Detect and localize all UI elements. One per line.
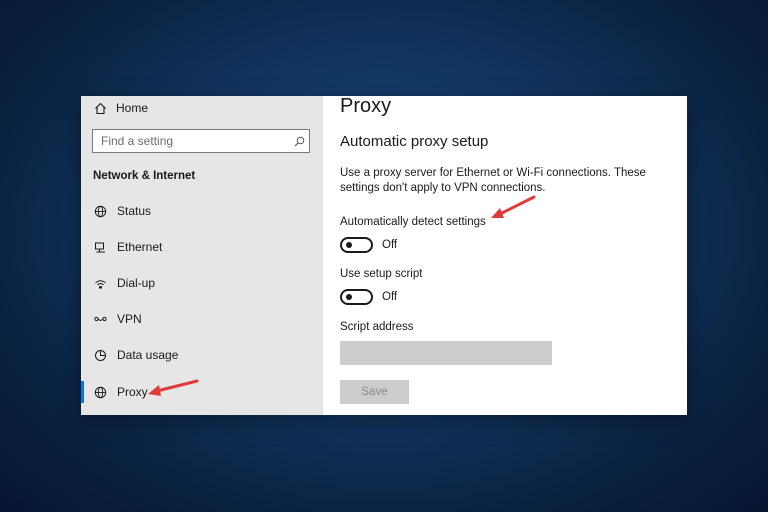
sidebar-item-label: Ethernet [117, 240, 163, 254]
vpn-icon [93, 312, 107, 326]
description-text: Use a proxy server for Ethernet or Wi-Fi… [340, 167, 646, 194]
search-box[interactable] [92, 129, 310, 153]
auto-detect-row: Off [340, 237, 397, 253]
sidebar-item-ethernet[interactable]: Ethernet [81, 233, 323, 261]
home-label: Home [116, 101, 149, 115]
sidebar-item-label: Status [117, 204, 152, 218]
data-usage-icon [93, 348, 107, 362]
main-content: Proxy Automatic proxy setup Use a proxy … [323, 95, 687, 415]
section-title: Network & Internet [93, 170, 196, 182]
setup-script-label: Use setup script [340, 268, 423, 280]
auto-detect-state: Off [382, 239, 398, 251]
search-icon[interactable] [289, 130, 309, 152]
page-title: Proxy [340, 95, 392, 117]
settings-window: Home Network & Internet Status Ethernet [81, 95, 687, 415]
sidebar-item-data-usage[interactable]: Data usage [81, 341, 323, 369]
search-input[interactable] [93, 130, 289, 152]
script-address-input[interactable] [340, 341, 552, 365]
auto-detect-toggle[interactable] [340, 237, 373, 253]
setup-script-row: Off [340, 289, 397, 305]
sidebar-item-dial-up[interactable]: Dial-up [81, 269, 323, 297]
toggle-knob [346, 294, 352, 300]
sidebar-item-label: Data usage [117, 348, 179, 362]
sidebar-item-label: VPN [117, 312, 142, 326]
toggle-knob [346, 242, 352, 248]
sidebar-item-label: Proxy [117, 385, 148, 399]
globe-status-icon [93, 204, 107, 218]
home-link[interactable]: Home [93, 99, 148, 117]
globe-icon [93, 385, 107, 399]
sidebar-item-proxy[interactable]: Proxy [81, 378, 323, 406]
home-icon [93, 101, 107, 115]
save-button[interactable]: Save [340, 380, 409, 404]
setup-script-toggle[interactable] [340, 289, 373, 305]
script-address-label: Script address [340, 321, 414, 333]
auto-detect-label: Automatically detect settings [340, 216, 486, 228]
section-subtitle: Automatic proxy setup [340, 133, 489, 150]
sidebar-item-status[interactable]: Status [81, 197, 323, 225]
sidebar-item-vpn[interactable]: VPN [81, 305, 323, 333]
ethernet-icon [93, 240, 107, 254]
sidebar-item-label: Dial-up [117, 276, 156, 290]
setup-script-state: Off [382, 291, 398, 303]
sidebar: Home Network & Internet Status Ethernet [81, 96, 323, 415]
dial-up-icon [93, 276, 107, 290]
